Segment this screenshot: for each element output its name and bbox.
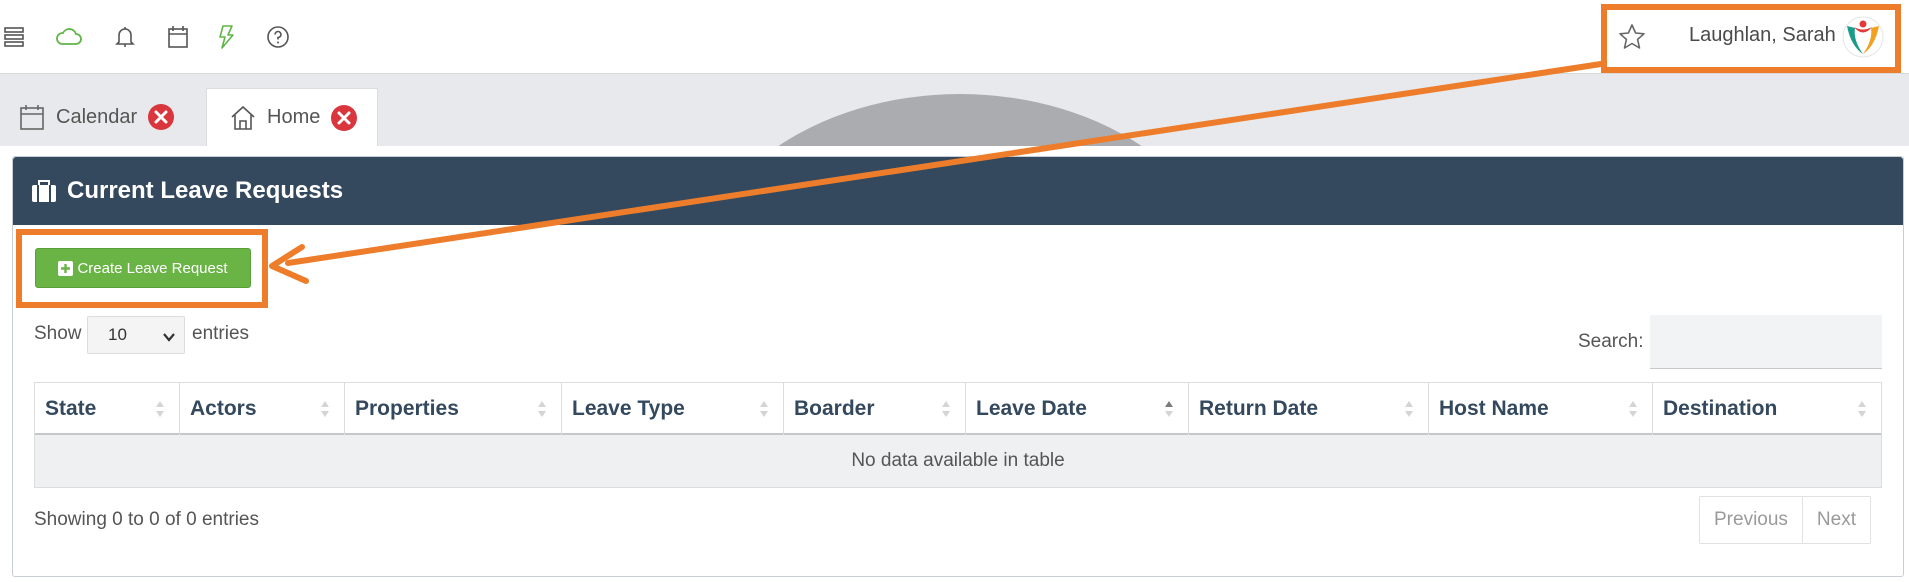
column-header-state[interactable]: State: [35, 383, 180, 435]
column-header-actors[interactable]: Actors: [180, 383, 345, 435]
table-empty-row: No data available in table: [35, 435, 1881, 487]
tab-label: Home: [267, 106, 321, 128]
column-label: Leave Date: [976, 397, 1087, 420]
column-label: Boarder: [794, 397, 875, 420]
column-label: Destination: [1663, 397, 1778, 420]
column-label: Properties: [355, 397, 459, 420]
menu-stack-icon[interactable]: [0, 22, 30, 52]
calendar-icon: [18, 103, 46, 131]
pagination: Previous Next: [1699, 496, 1871, 544]
column-label: Leave Type: [572, 397, 685, 420]
column-header-return-date[interactable]: Return Date: [1189, 383, 1429, 435]
column-header-host-name[interactable]: Host Name: [1429, 383, 1653, 435]
lightning-icon[interactable]: [212, 22, 242, 52]
decorative-background-shape: [690, 94, 1230, 146]
panel-header: Current Leave Requests: [13, 157, 1903, 225]
sort-icon: [941, 399, 951, 419]
briefcase-icon: [31, 179, 57, 203]
sort-icon: [759, 399, 769, 419]
close-tab-icon[interactable]: [330, 104, 358, 132]
search-input[interactable]: [1650, 315, 1882, 369]
column-label: State: [45, 397, 97, 420]
entries-per-page-select[interactable]: 10: [87, 316, 185, 354]
help-icon[interactable]: [263, 22, 293, 52]
panel-title: Current Leave Requests: [67, 177, 344, 204]
sort-icon: [320, 399, 330, 419]
chevron-down-icon: [162, 329, 176, 343]
column-label: Actors: [190, 397, 257, 420]
column-header-leave-date[interactable]: Leave Date: [966, 383, 1189, 435]
cloud-icon[interactable]: [54, 22, 84, 52]
annotation-highlight-user-box: [1601, 4, 1901, 73]
column-header-destination[interactable]: Destination: [1653, 383, 1881, 435]
show-label: Show: [34, 323, 82, 344]
bell-icon[interactable]: [110, 22, 140, 52]
sort-icon: [1628, 399, 1638, 419]
sort-icon: [537, 399, 547, 419]
leave-requests-panel: Current Leave Requests Create Leave Requ…: [12, 156, 1904, 577]
column-label: Return Date: [1199, 397, 1319, 420]
close-tab-icon[interactable]: [147, 103, 175, 131]
sort-icon: [1857, 399, 1867, 419]
sort-icon: [1404, 399, 1414, 419]
column-header-properties[interactable]: Properties: [345, 383, 562, 435]
search-label: Search:: [1578, 331, 1644, 352]
home-icon: [229, 104, 257, 132]
sort-icon: [155, 399, 165, 419]
tab-label: Calendar: [56, 105, 138, 128]
previous-page-button[interactable]: Previous: [1700, 497, 1802, 543]
annotation-highlight-create-button-box: [16, 229, 268, 308]
table-header-row: State Actors Properties Leave Type Board…: [35, 383, 1881, 435]
entries-label: entries: [192, 323, 250, 344]
tab-home[interactable]: Home: [206, 88, 378, 146]
table-info-text: Showing 0 to 0 of 0 entries: [34, 509, 259, 530]
column-header-boarder[interactable]: Boarder: [784, 383, 966, 435]
column-header-leave-type[interactable]: Leave Type: [562, 383, 784, 435]
next-page-button[interactable]: Next: [1801, 497, 1870, 543]
sort-ascending-icon: [1164, 399, 1174, 419]
tab-strip: Calendar Home: [0, 74, 1909, 146]
leave-requests-table: State Actors Properties Leave Type Board…: [34, 382, 1882, 488]
entries-select-value: 10: [108, 325, 127, 344]
column-label: Host Name: [1439, 397, 1549, 420]
calendar-icon[interactable]: [163, 22, 193, 52]
tab-calendar[interactable]: Calendar: [18, 88, 196, 146]
